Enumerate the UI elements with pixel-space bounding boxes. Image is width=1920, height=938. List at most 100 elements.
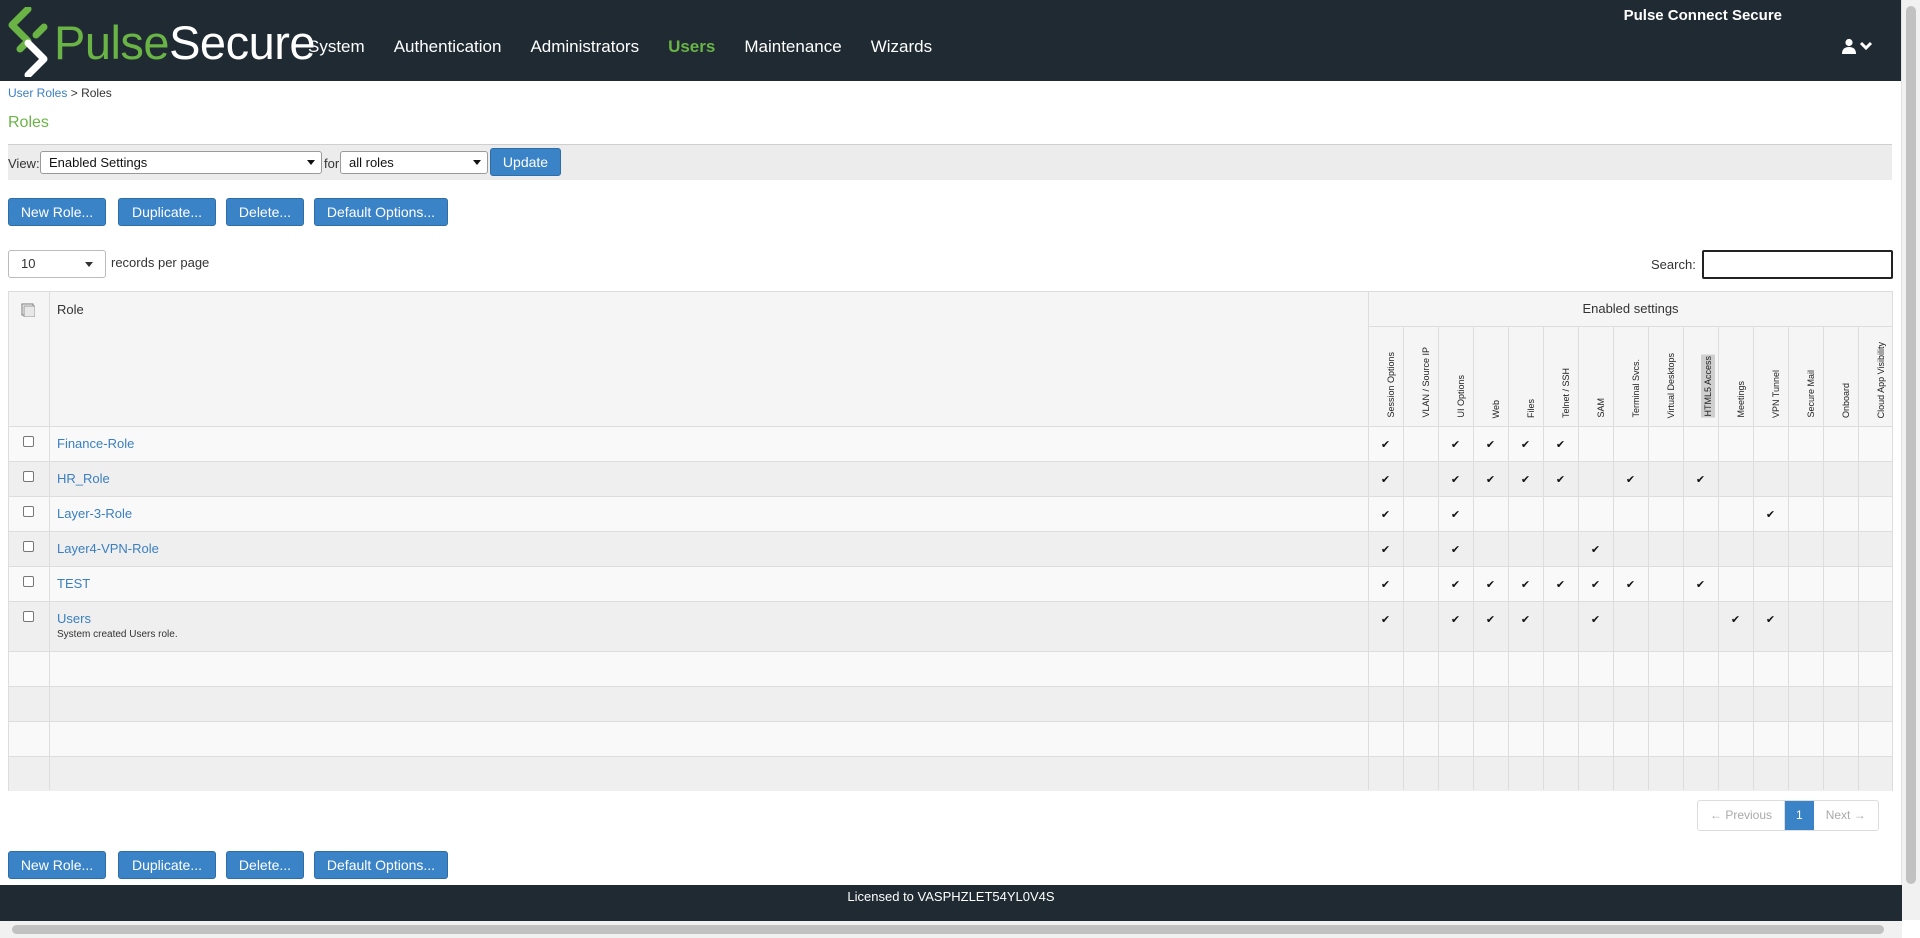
column-header-label: SAM bbox=[1595, 398, 1606, 418]
search-label: Search: bbox=[1651, 257, 1696, 272]
check-icon: ✔ bbox=[1380, 509, 1391, 521]
column-header-web[interactable]: Web bbox=[1473, 336, 1508, 424]
page-1-button[interactable]: 1 bbox=[1785, 801, 1814, 830]
column-divider bbox=[1438, 326, 1439, 790]
nav-system[interactable]: System bbox=[308, 37, 365, 57]
column-header-html5-access[interactable]: HTML5 Access bbox=[1683, 336, 1718, 424]
role-column-header[interactable]: Role bbox=[57, 302, 84, 317]
page-title: Roles bbox=[8, 114, 49, 131]
column-header-terminal-svcs[interactable]: Terminal Svcs. bbox=[1613, 336, 1648, 424]
column-divider bbox=[1753, 326, 1754, 790]
check-icon: ✔ bbox=[1730, 614, 1741, 626]
check-icon: ✔ bbox=[1765, 614, 1776, 626]
duplicate-button[interactable]: Duplicate... bbox=[118, 198, 216, 226]
breadcrumb-current: Roles bbox=[81, 86, 112, 100]
nav-users[interactable]: Users bbox=[668, 37, 715, 57]
column-divider bbox=[1508, 326, 1509, 790]
chevron-down-icon bbox=[307, 160, 315, 165]
delete-button[interactable]: Delete... bbox=[226, 198, 304, 226]
check-icon: ✔ bbox=[1380, 579, 1391, 591]
pulse-secure-logo[interactable]: PulseSecure bbox=[6, 4, 315, 80]
row-checkbox[interactable] bbox=[23, 541, 34, 552]
role-link-test[interactable]: TEST bbox=[57, 576, 90, 591]
records-per-page-select[interactable]: 10 bbox=[8, 250, 106, 278]
breadcrumb: User Roles > Roles bbox=[8, 86, 112, 100]
chevron-down-icon bbox=[85, 262, 93, 267]
role-link-hr-role[interactable]: HR_Role bbox=[57, 471, 110, 486]
row-checkbox[interactable] bbox=[23, 506, 34, 517]
vertical-scroll-thumb[interactable] bbox=[1906, 6, 1916, 884]
breadcrumb-user-roles[interactable]: User Roles bbox=[8, 86, 67, 100]
horizontal-scrollbar[interactable] bbox=[0, 920, 1902, 938]
table-row: Layer4-VPN-Role ✔ ✔ ✔ bbox=[9, 531, 1892, 566]
check-icon: ✔ bbox=[1555, 439, 1566, 451]
chevron-down-icon bbox=[1859, 41, 1873, 51]
horizontal-scroll-thumb[interactable] bbox=[12, 925, 1884, 934]
table-row: TEST ✔ ✔ ✔ ✔ ✔ ✔ ✔ ✔ bbox=[9, 566, 1892, 601]
nav-wizards[interactable]: Wizards bbox=[871, 37, 932, 57]
next-page-button[interactable]: Next → bbox=[1814, 801, 1878, 830]
select-all-icon[interactable] bbox=[21, 303, 35, 317]
records-per-page-value: 10 bbox=[21, 256, 36, 271]
new-role-button-bottom[interactable]: New Role... bbox=[8, 851, 106, 879]
check-icon: ✔ bbox=[1380, 544, 1391, 556]
column-divider bbox=[1613, 326, 1614, 790]
breadcrumb-separator: > bbox=[70, 86, 78, 100]
column-header-label: Web bbox=[1490, 399, 1501, 418]
row-checkbox[interactable] bbox=[23, 611, 34, 622]
previous-page-button[interactable]: ← Previous bbox=[1698, 801, 1786, 830]
empty-table-row bbox=[9, 721, 1892, 756]
column-header-label: Secure Mail bbox=[1805, 370, 1816, 418]
check-icon: ✔ bbox=[1765, 509, 1776, 521]
column-header-vlan-source-ip[interactable]: VLAN / Source IP bbox=[1403, 336, 1438, 424]
delete-button-bottom[interactable]: Delete... bbox=[226, 851, 304, 879]
check-icon: ✔ bbox=[1450, 439, 1461, 451]
column-divider bbox=[1683, 326, 1684, 790]
column-header-secure-mail[interactable]: Secure Mail bbox=[1788, 336, 1823, 424]
column-header-files[interactable]: Files bbox=[1508, 336, 1543, 424]
role-link-users[interactable]: Users bbox=[57, 611, 91, 626]
column-header-cloud-app-visibility[interactable]: Cloud App Visibility bbox=[1858, 336, 1893, 424]
column-header-meetings[interactable]: Meetings bbox=[1718, 336, 1753, 424]
logo-text: PulseSecure bbox=[54, 19, 315, 66]
row-checkbox[interactable] bbox=[23, 576, 34, 587]
scope-select-value: all roles bbox=[349, 155, 394, 170]
nav-authentication[interactable]: Authentication bbox=[394, 37, 502, 57]
column-header-ui-options[interactable]: UI Options bbox=[1438, 336, 1473, 424]
nav-administrators[interactable]: Administrators bbox=[530, 37, 639, 57]
header-divider bbox=[1368, 326, 1892, 327]
vertical-scrollbar[interactable] bbox=[1901, 0, 1920, 920]
default-options-button-bottom[interactable]: Default Options... bbox=[314, 851, 448, 879]
column-header-vpn-tunnel[interactable]: VPN Tunnel bbox=[1753, 336, 1788, 424]
column-divider bbox=[1578, 326, 1579, 790]
nav-maintenance[interactable]: Maintenance bbox=[744, 37, 841, 57]
column-header-onboard[interactable]: Onboard bbox=[1823, 336, 1858, 424]
checkbox-column-divider bbox=[49, 292, 50, 790]
check-icon: ✔ bbox=[1555, 474, 1566, 486]
view-filter-bar: View: Enabled Settings for all roles Upd… bbox=[8, 144, 1892, 180]
user-menu[interactable] bbox=[1841, 38, 1873, 54]
role-link-layer-3-role[interactable]: Layer-3-Role bbox=[57, 506, 132, 521]
row-checkbox[interactable] bbox=[23, 471, 34, 482]
column-divider bbox=[1788, 326, 1789, 790]
check-icon: ✔ bbox=[1450, 474, 1461, 486]
check-icon: ✔ bbox=[1695, 474, 1706, 486]
default-options-button[interactable]: Default Options... bbox=[314, 198, 448, 226]
check-icon: ✔ bbox=[1520, 474, 1531, 486]
search-input[interactable] bbox=[1702, 250, 1893, 279]
column-header-session-options[interactable]: Session Options bbox=[1368, 336, 1403, 424]
column-header-label: HTML5 Access bbox=[1700, 355, 1715, 418]
row-checkbox[interactable] bbox=[23, 436, 34, 447]
scope-select[interactable]: all roles bbox=[340, 151, 488, 174]
main-nav: System Authentication Administrators Use… bbox=[308, 37, 961, 57]
check-icon: ✔ bbox=[1380, 439, 1391, 451]
column-header-telnet-ssh[interactable]: Telnet / SSH bbox=[1543, 336, 1578, 424]
duplicate-button-bottom[interactable]: Duplicate... bbox=[118, 851, 216, 879]
role-link-layer4-vpn-role[interactable]: Layer4-VPN-Role bbox=[57, 541, 159, 556]
view-select[interactable]: Enabled Settings bbox=[40, 151, 322, 174]
role-link-finance-role[interactable]: Finance-Role bbox=[57, 436, 134, 451]
column-header-sam[interactable]: SAM bbox=[1578, 336, 1613, 424]
update-button[interactable]: Update bbox=[490, 148, 561, 176]
column-header-virtual-desktops[interactable]: Virtual Desktops bbox=[1648, 336, 1683, 424]
new-role-button[interactable]: New Role... bbox=[8, 198, 106, 226]
